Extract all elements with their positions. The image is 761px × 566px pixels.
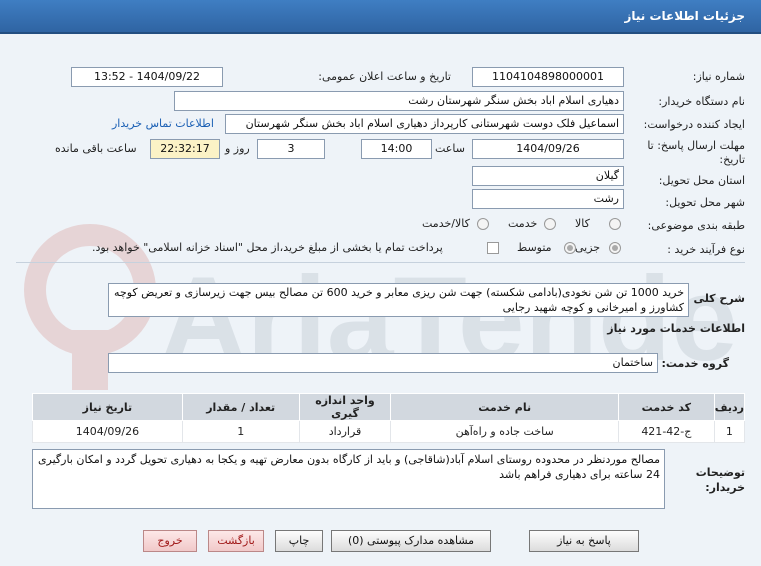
buyer-notes-label: توضیحات خریدار: <box>695 466 745 494</box>
col-name: نام خدمت <box>390 393 619 421</box>
creator-label: ایجاد کننده درخواست: <box>643 118 745 131</box>
treasury-payment-note: پرداخت تمام یا بخشی از مبلغ خرید،از محل … <box>92 241 443 254</box>
process-minor-label: جزیی <box>575 241 601 254</box>
description-text: خرید 1000 تن شن نخودی(بادامی شکسته) جهت … <box>108 283 689 317</box>
deadline-time-field: 14:00 <box>361 139 432 159</box>
cell-row: 1 <box>713 420 746 443</box>
process-minor-radio[interactable] <box>609 242 621 254</box>
remaining-time-label: ساعت باقی مانده <box>55 142 137 155</box>
deadline-date-field: 1404/09/26 <box>472 139 624 159</box>
cell-name: ساخت جاده و راه‌آهن <box>390 420 619 443</box>
treasury-payment-checkbox[interactable] <box>487 242 499 254</box>
page-header: جزئیات اطلاعات نیاز <box>0 0 761 34</box>
attachments-button[interactable]: مشاهده مدارک پیوستی (0) <box>331 530 491 552</box>
category-service-label: خدمت <box>508 217 538 230</box>
province-field: گیلان <box>472 166 624 186</box>
reply-button[interactable]: پاسخ به نیاز <box>529 530 639 552</box>
services-table: ردیف کد خدمت نام خدمت واحد اندازه گیری ت… <box>32 393 746 443</box>
announce-datetime-field: 1404/09/22 - 13:52 <box>71 67 223 87</box>
need-number-field: 1104104898000001 <box>472 67 624 87</box>
col-date: تاریخ نیاز <box>32 393 183 421</box>
exit-button[interactable]: خروج <box>143 530 197 552</box>
col-unit: واحد اندازه گیری <box>298 393 392 421</box>
category-both-label: کالا/خدمت <box>422 217 470 230</box>
buyer-org-label: نام دستگاه خریدار: <box>658 95 745 108</box>
remaining-time-field: 22:32:17 <box>150 139 220 159</box>
divider <box>16 262 745 263</box>
process-medium-radio[interactable] <box>564 242 576 254</box>
print-button[interactable]: چاپ <box>275 530 323 552</box>
service-group-field: ساختمان <box>108 353 658 373</box>
category-service-radio[interactable] <box>544 218 556 230</box>
need-number-label: شماره نیاز: <box>692 70 745 83</box>
cell-date: 1404/09/26 <box>32 420 183 443</box>
category-goods-radio[interactable] <box>609 218 621 230</box>
creator-field: اسماعیل فلک دوست شهرستانی کارپرداز دهیار… <box>225 114 624 134</box>
services-table-wrap: ردیف کد خدمت نام خدمت واحد اندازه گیری ت… <box>32 393 746 443</box>
services-title: اطلاعات خدمات مورد نیاز <box>607 322 745 335</box>
col-code: کد خدمت <box>617 393 715 421</box>
buyer-notes-text: مصالح موردنظر در محدوده روستای اسلام آبا… <box>32 449 665 509</box>
deadline-label: مهلت ارسال پاسخ: تا تاریخ: <box>647 139 745 166</box>
col-row: ردیف <box>713 393 746 421</box>
category-goods-label: کالا <box>575 217 590 230</box>
cell-qty: 1 <box>181 420 300 443</box>
city-field: رشت <box>472 189 624 209</box>
page-title: جزئیات اطلاعات نیاز <box>624 9 745 23</box>
announce-datetime-label: تاریخ و ساعت اعلان عمومی: <box>318 70 451 83</box>
process-medium-label: متوسط <box>517 241 552 254</box>
table-row: 1 ج-42-421 ساخت جاده و راه‌آهن قرارداد 1… <box>32 420 746 443</box>
back-button[interactable]: بازگشت <box>208 530 264 552</box>
process-label: نوع فرآیند خرید : <box>667 243 745 256</box>
cell-code: ج-42-421 <box>617 420 715 443</box>
deadline-time-label: ساعت <box>435 142 465 155</box>
category-label: طبقه بندی موضوعی: <box>647 219 745 232</box>
col-qty: تعداد / مقدار <box>181 393 300 421</box>
buyer-contact-link[interactable]: اطلاعات تماس خریدار <box>112 117 214 130</box>
deadline-days-label: روز و <box>225 142 250 155</box>
city-label: شهر محل تحویل: <box>665 196 745 209</box>
cell-unit: قرارداد <box>298 420 392 443</box>
deadline-days-field: 3 <box>257 139 325 159</box>
category-both-radio[interactable] <box>477 218 489 230</box>
province-label: استان محل تحویل: <box>658 174 745 187</box>
buyer-org-field: دهیاری اسلام اباد بخش سنگر شهرستان رشت <box>174 91 624 111</box>
service-group-label: گروه خدمت: <box>661 357 729 370</box>
